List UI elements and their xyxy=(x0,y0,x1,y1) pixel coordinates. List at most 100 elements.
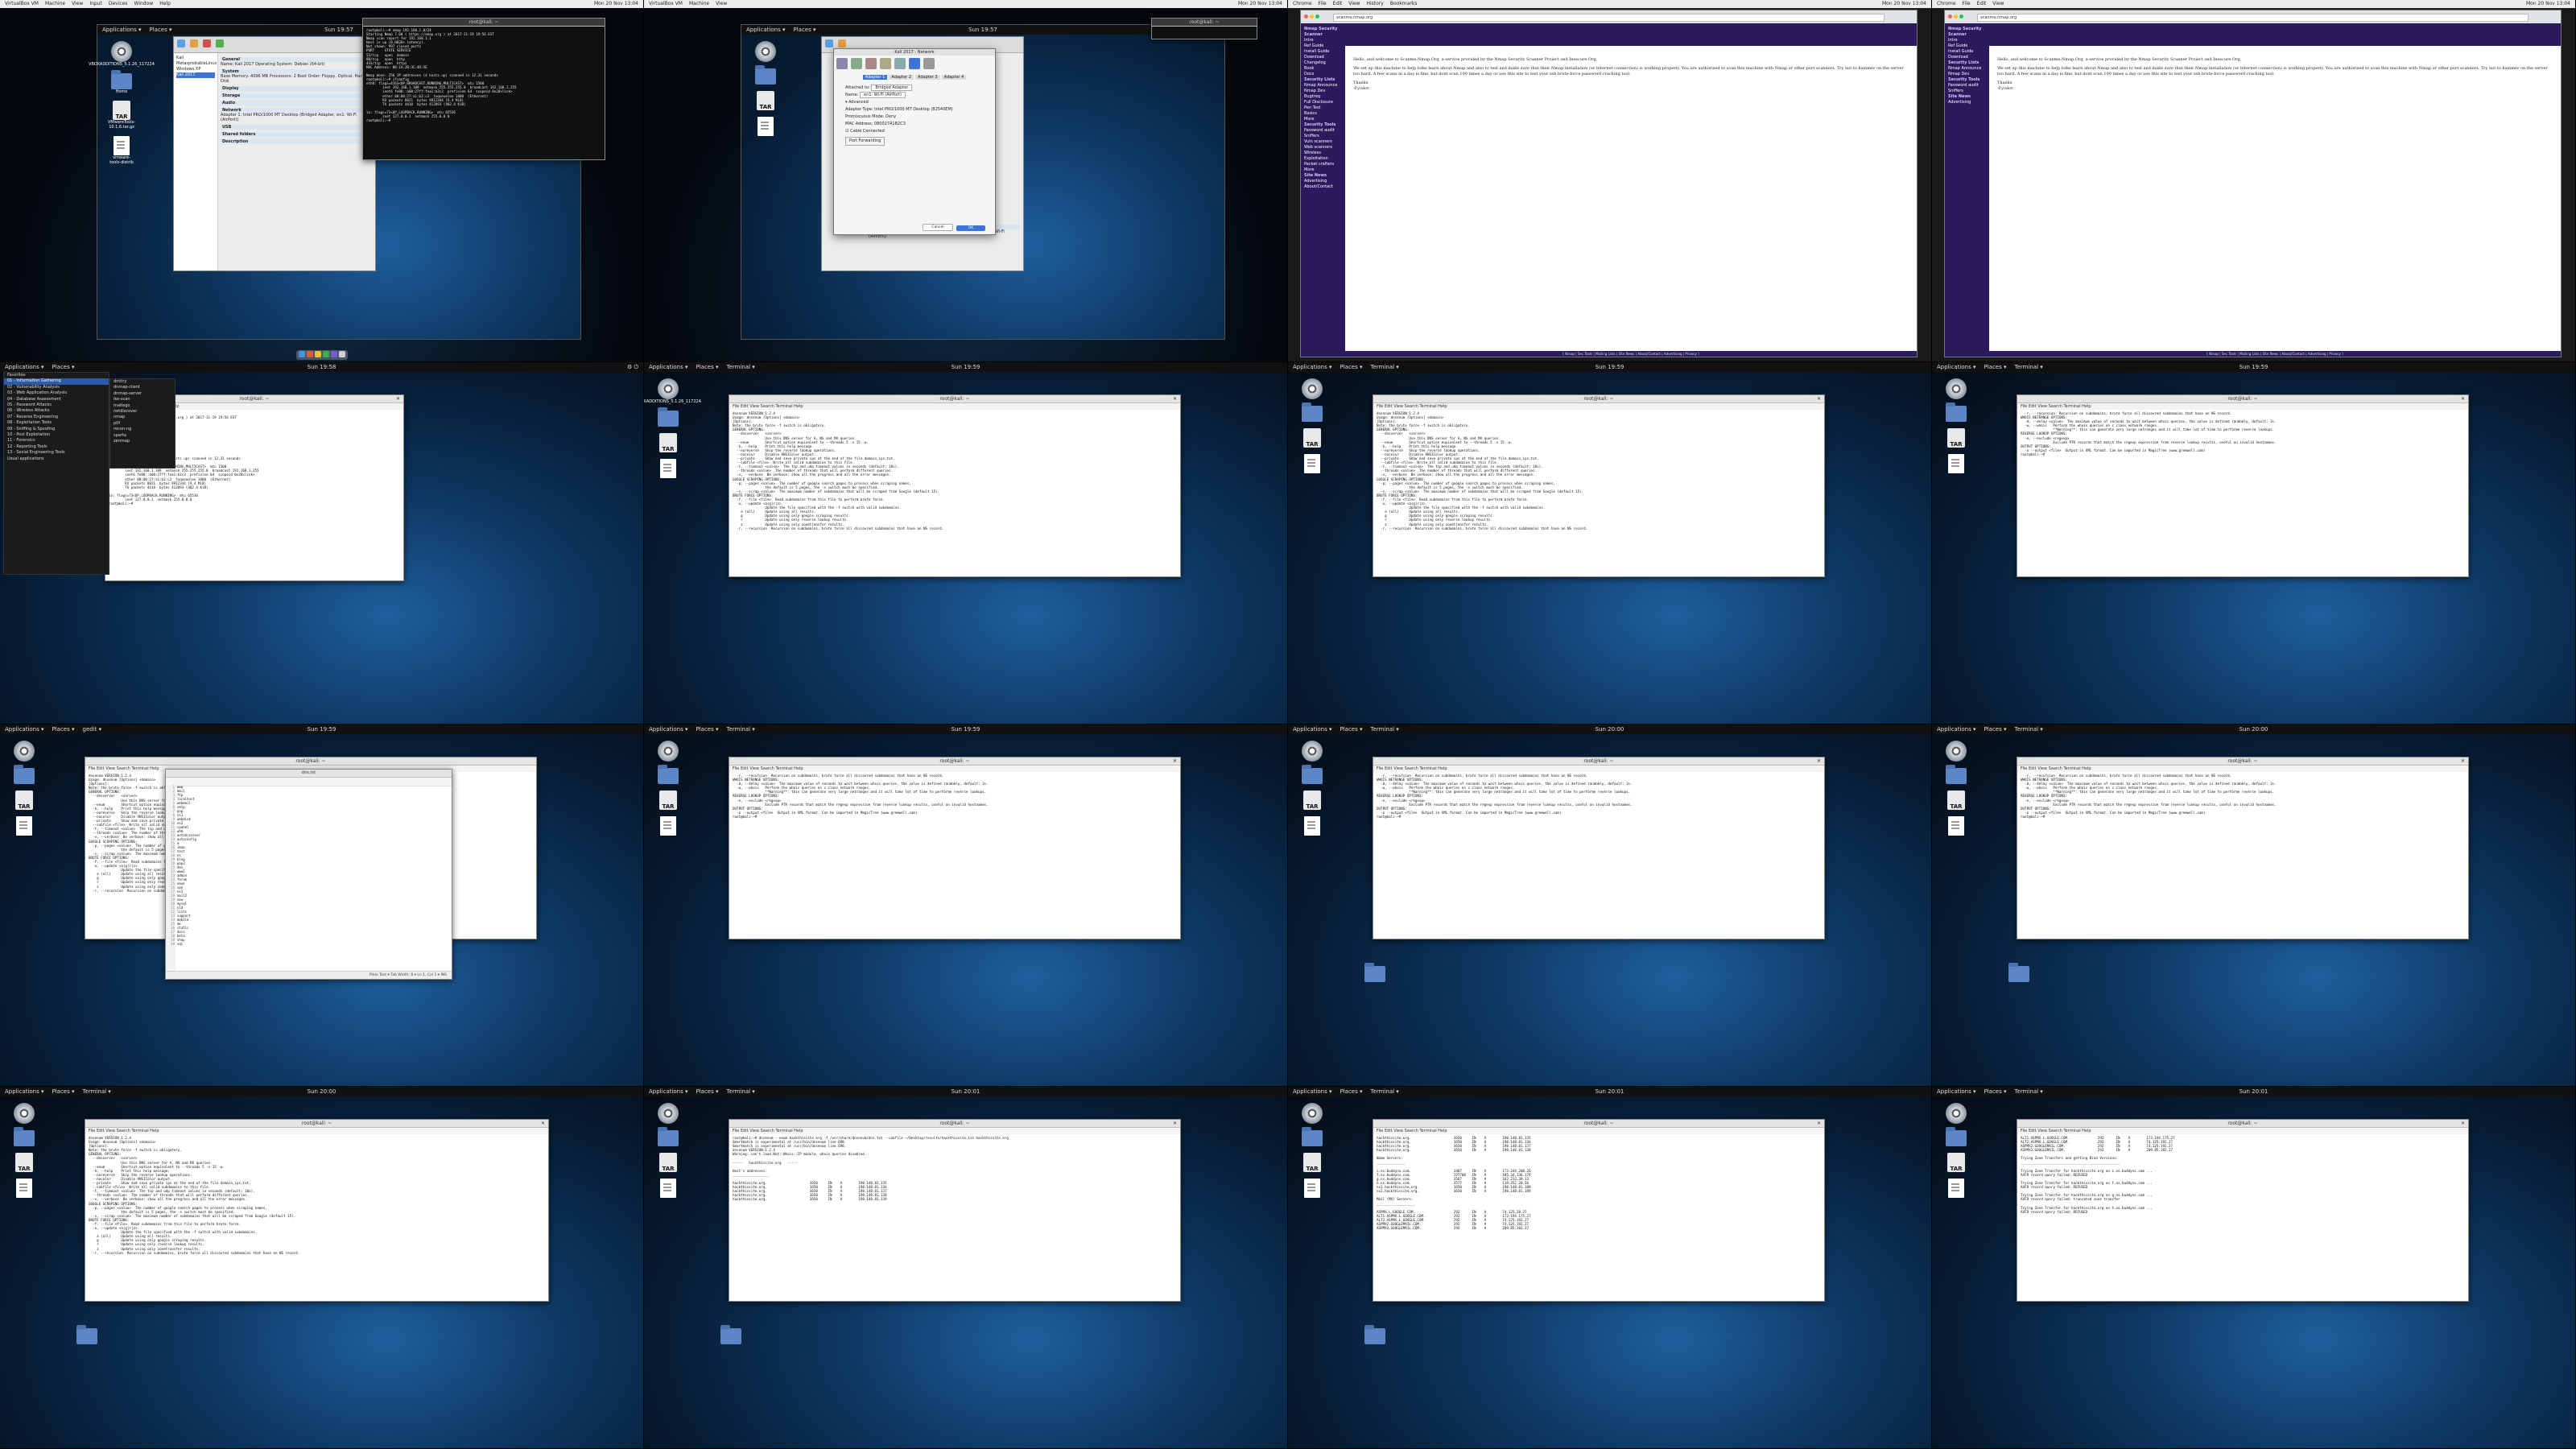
terminal-menubar[interactable]: File Edit View Search Terminal Help xyxy=(729,403,1180,410)
terminal-output[interactable]: dnsenum VERSION:1.2.4 Usage: dnsenum [Op… xyxy=(729,410,1180,532)
desktop-icon[interactable] xyxy=(1942,454,1970,473)
sidebar-link[interactable]: Intro xyxy=(1948,38,1986,43)
applications-menu[interactable]: Applications ▾ xyxy=(746,25,786,35)
discard-icon[interactable] xyxy=(203,39,211,47)
sidebar-link[interactable]: Full Disclosure xyxy=(1304,100,1342,105)
desktop-icon[interactable]: TAR xyxy=(654,433,682,452)
sidebar-link[interactable]: Wireless xyxy=(1304,151,1342,156)
sidebar-link[interactable]: More xyxy=(1304,117,1342,122)
system-tray[interactable]: ⚙ ⏻ xyxy=(627,362,638,372)
sidebar-link[interactable]: Password audit xyxy=(1304,128,1342,134)
address-bar[interactable]: scanme.nmap.org xyxy=(1333,14,1885,22)
sidebar-link[interactable]: Install Guide xyxy=(1948,49,1986,55)
close-icon[interactable]: ✕ xyxy=(1817,1120,1821,1127)
applications-menu[interactable]: Applications ▾ xyxy=(1937,1087,1976,1096)
menu-item[interactable]: 09 - Sniffing & Spoofing xyxy=(4,427,109,432)
sidebar-link[interactable]: Pen Test xyxy=(1304,105,1342,111)
desktop-icon[interactable] xyxy=(1942,765,1970,784)
submenu-item[interactable]: maltego xyxy=(110,403,175,409)
sidebar-link[interactable]: Nmap Announce xyxy=(1948,66,1986,72)
sidebar-link[interactable]: Download xyxy=(1948,55,1986,60)
terminal-output[interactable]: ALT1.ASPMX.L.GOOGLE.COM. 292 IN A 173.19… xyxy=(2017,1134,2468,1216)
address-bar[interactable]: scanme.nmap.org xyxy=(1977,14,2529,22)
close-icon[interactable]: ✕ xyxy=(396,395,400,402)
desktop-icon[interactable] xyxy=(1942,378,1970,399)
system-tab-icon[interactable] xyxy=(851,58,862,69)
sidebar-link[interactable]: Basics xyxy=(1304,111,1342,117)
vm-list-item[interactable]: Windows XP xyxy=(176,67,215,72)
ports-tab-icon[interactable] xyxy=(923,58,935,69)
desktop-icon[interactable]: TAR xyxy=(1298,428,1326,448)
mac-menu-item[interactable]: View xyxy=(72,0,83,8)
terminal-menu[interactable]: Terminal ▾ xyxy=(727,362,755,372)
desktop-icon[interactable] xyxy=(1298,402,1326,422)
desktop-icon[interactable]: TAR xyxy=(1942,1153,1970,1172)
desktop-icon[interactable]: TAR xyxy=(752,91,779,110)
adapter-tab[interactable]: Adapter 4 xyxy=(941,75,967,80)
editor-text-area[interactable]: www mail ftp localhost webmail smtp pop … xyxy=(177,785,450,971)
promiscuous-mode[interactable]: Promiscuous Mode: Deny xyxy=(845,114,984,121)
desktop-icon[interactable]: TAR xyxy=(1298,791,1326,810)
applications-menu[interactable]: Applications ▾ xyxy=(1937,724,1976,734)
terminal-menubar[interactable]: File Edit View Search Terminal Help xyxy=(2017,403,2468,410)
submenu-item[interactable]: dnmap-client xyxy=(110,385,175,390)
desktop-icon[interactable] xyxy=(1298,765,1326,784)
sidebar-link[interactable]: Sniffers xyxy=(1304,134,1342,139)
desktop-icon[interactable] xyxy=(1298,1127,1326,1146)
submenu-item[interactable]: zenmap xyxy=(110,439,175,444)
sidebar-link[interactable]: Nmap Announce xyxy=(1304,83,1342,89)
mac-address-field[interactable]: MAC Address: 080027A1B2C3 xyxy=(845,121,984,128)
network-tab-icon[interactable] xyxy=(909,58,920,69)
results-folder[interactable] xyxy=(1364,963,1385,982)
close-icon[interactable]: ✕ xyxy=(1173,1120,1177,1127)
ok-button[interactable]: OK xyxy=(956,225,985,231)
menu-item[interactable]: 06 - Wireless Attacks xyxy=(4,408,109,414)
desktop-icon[interactable] xyxy=(654,1103,682,1124)
attached-to-select[interactable]: Bridged Adapter xyxy=(871,85,913,91)
sidebar-link[interactable]: Sniffers xyxy=(1948,89,1986,94)
desktop-icon[interactable]: TAR xyxy=(654,1153,682,1172)
gedit-menu[interactable]: gedit ▾ xyxy=(83,724,102,734)
desktop-icon[interactable] xyxy=(1942,741,1970,762)
close-icon[interactable]: ✕ xyxy=(1173,395,1177,402)
submenu-item[interactable]: p0f xyxy=(110,421,175,427)
desktop-icon[interactable]: Home xyxy=(108,70,135,94)
applications-menu[interactable]: Applications ▾ xyxy=(5,1087,44,1096)
terminal-output[interactable]: dnsenum VERSION:1.2.4 Usage: dnsenum [Op… xyxy=(1373,410,1824,532)
terminal-menu[interactable]: Terminal ▾ xyxy=(2015,724,2043,734)
desktop-icon[interactable] xyxy=(654,765,682,784)
menu-item[interactable]: 12 - Reporting Tools xyxy=(4,444,109,450)
editor-statusbar[interactable]: Plain Text ▾ Tab Width: 8 ▾ Ln 1, Col 1 … xyxy=(166,971,452,979)
terminal-menu[interactable]: Terminal ▾ xyxy=(1371,362,1399,372)
terminal-output[interactable]: -r, --recursion Recursion on subdomains,… xyxy=(1373,772,1824,820)
desktop-icon[interactable]: TAR xyxy=(1298,1153,1326,1172)
sidebar-link[interactable]: Book xyxy=(1304,66,1342,72)
settings-icon[interactable] xyxy=(190,39,198,47)
desktop-icon[interactable]: TAR xyxy=(654,791,682,810)
name-select[interactable]: en1: Wi-Fi (AirPort) xyxy=(860,92,906,98)
vm-list-item-selected[interactable]: Kali 2017 xyxy=(176,72,215,78)
sidebar-link[interactable]: Exploitation xyxy=(1304,156,1342,162)
places-menu[interactable]: Places ▾ xyxy=(1984,1087,2007,1096)
submenu-item[interactable]: ike-scan xyxy=(110,397,175,402)
mac-menu-item[interactable]: Chrome xyxy=(1937,0,1956,8)
menu-item[interactable]: 11 - Forensics xyxy=(4,438,109,444)
terminal-menu[interactable]: Terminal ▾ xyxy=(727,724,755,734)
desktop-icon[interactable] xyxy=(752,117,779,136)
mac-menu-item[interactable]: File xyxy=(1319,0,1327,8)
applications-menu[interactable]: Applications ▾ xyxy=(1293,1087,1332,1096)
desktop-icon[interactable] xyxy=(654,741,682,762)
submenu-item[interactable]: dmitry xyxy=(110,379,175,385)
menu-item[interactable]: 08 - Exploitation Tools xyxy=(4,420,109,426)
close-icon[interactable]: ✕ xyxy=(541,1120,545,1127)
general-tab-icon[interactable] xyxy=(836,58,848,69)
terminal-menubar[interactable]: File Edit View Search Terminal Help xyxy=(1373,766,1824,772)
places-menu[interactable]: Places ▾ xyxy=(1340,724,1363,734)
mac-menu-item[interactable]: Bookmarks xyxy=(1390,0,1418,8)
submenu-item[interactable]: recon-ng xyxy=(110,427,175,432)
desktop-icon[interactable] xyxy=(1942,402,1970,422)
sidebar-link[interactable]: Ref Guide xyxy=(1948,43,1986,49)
sidebar-link[interactable]: Advertising xyxy=(1948,100,1986,105)
display-tab-icon[interactable] xyxy=(865,58,877,69)
terminal-menu[interactable]: Terminal ▾ xyxy=(727,1087,755,1096)
